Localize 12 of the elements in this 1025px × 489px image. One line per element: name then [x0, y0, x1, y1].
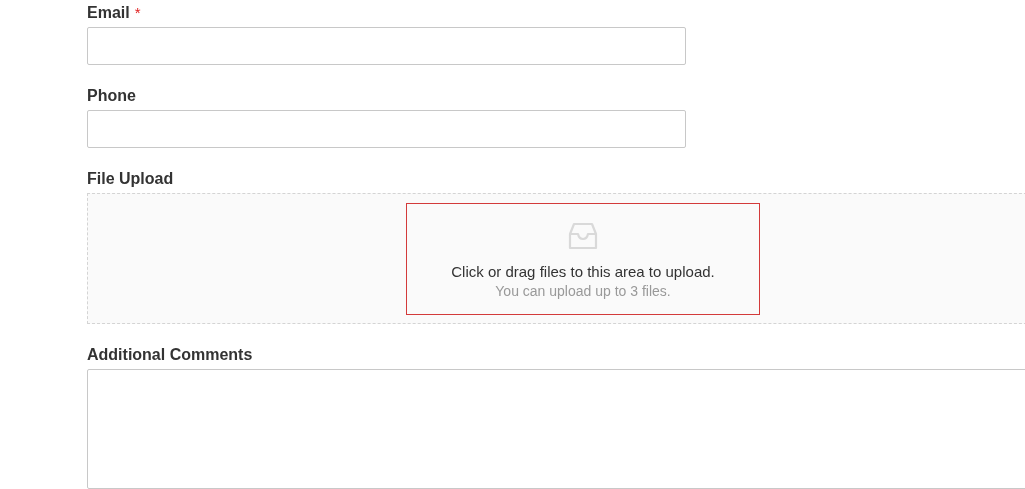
- upload-hint: Click or drag files to this area to upload.: [451, 261, 715, 282]
- input-field[interactable]: [87, 110, 686, 148]
- upload-limit: You can upload up to 3 files.: [495, 281, 671, 301]
- upload-dropzone[interactable]: Click or drag files to this area to upload. You can upload up to 3 files.: [87, 193, 1025, 324]
- comments-field[interactable]: [87, 369, 1025, 489]
- required-mark: *: [134, 3, 141, 22]
- field-label: Additional Comments: [87, 345, 253, 364]
- field-label: Phone: [87, 86, 136, 105]
- upload-target[interactable]: Click or drag files to this area to upload. You can upload up to 3 files.: [406, 202, 760, 315]
- field-label: Email: [87, 3, 130, 22]
- input-field[interactable]: [87, 27, 686, 65]
- field-label: File Upload: [87, 169, 174, 188]
